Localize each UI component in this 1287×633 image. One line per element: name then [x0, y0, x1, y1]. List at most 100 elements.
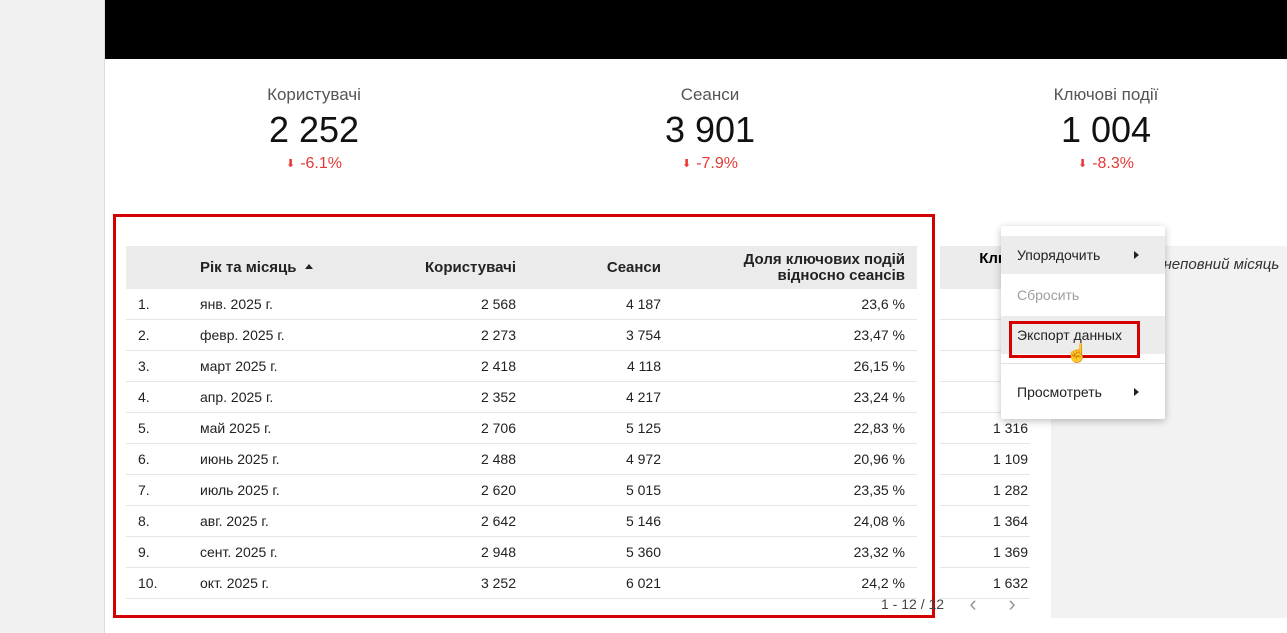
- table-cell-n: 3.: [126, 350, 188, 382]
- table-cell-share: 23,24 %: [673, 381, 917, 413]
- kpi-users[interactable]: Користувачі 2 252 ⬇ -6.1%: [184, 84, 444, 175]
- menu-item-label: Упорядочить: [1017, 247, 1101, 263]
- table-cell-users: 2 948: [338, 536, 528, 568]
- table-row[interactable]: 6. июнь 2025 г. 2 488 4 972 20,96 %: [126, 443, 1029, 475]
- table-cell-n: 7.: [126, 474, 188, 506]
- table-row[interactable]: 1. янв. 2025 г. 2 568 4 187 23,6 %: [126, 289, 1029, 320]
- table-cell-sessions: 4 187: [528, 289, 673, 320]
- table-cell-n: 9.: [126, 536, 188, 568]
- table-cell-users: 2 620: [338, 474, 528, 506]
- table-cell-users: 2 273: [338, 319, 528, 351]
- data-table: Рік та місяць Користувачі Сеанси Доля кл…: [126, 246, 1029, 599]
- table-cell-users: 2 642: [338, 505, 528, 537]
- column-header-share[interactable]: Доля ключових подій відносно сеансів: [673, 246, 917, 289]
- arrow-down-icon: ⬇: [1077, 158, 1088, 170]
- table-row[interactable]: 3. март 2025 г. 2 418 4 118 26,15 %: [126, 350, 1029, 382]
- table-row[interactable]: 7. июль 2025 г. 2 620 5 015 23,35 %: [126, 474, 1029, 506]
- table-cell-n: 8.: [126, 505, 188, 537]
- table-cell-sessions: 6 021: [528, 567, 673, 599]
- arrow-down-icon: ⬇: [681, 158, 692, 170]
- kpi-key-events[interactable]: Ключові події 1 004 ⬇ -8.3%: [976, 84, 1236, 175]
- table-cell-n: 5.: [126, 412, 188, 444]
- column-header-sessions[interactable]: Сеанси: [528, 246, 673, 289]
- sort-ascending-icon: [304, 263, 313, 269]
- chevron-right-icon[interactable]: ›: [1002, 593, 1022, 615]
- kpi-value: 2 252: [268, 109, 360, 150]
- report-canvas: Користувачі 2 252 ⬇ -6.1% Сеанси 3 901 ⬇ -…: [104, 0, 1287, 633]
- context-menu: Упорядочить Сбросить Экспорт данных Прос…: [1001, 226, 1165, 419]
- kpi-label: Сеанси: [680, 85, 740, 104]
- report-header-bar: [105, 0, 1287, 59]
- incomplete-month-note: а неповний місяць: [1151, 256, 1280, 273]
- chevron-right-icon: [1134, 251, 1139, 259]
- table-cell-share: 23,47 %: [673, 319, 917, 351]
- table-cell-sessions: 3 754: [528, 319, 673, 351]
- table-cell-month: сент. 2025 г.: [188, 536, 338, 568]
- table-cell-month: февр. 2025 г.: [188, 319, 338, 351]
- table-cell-spacer: [917, 444, 1029, 475]
- table-cell-month: апр. 2025 г.: [188, 381, 338, 413]
- table-cell-n: 4.: [126, 381, 188, 413]
- table-cell-users: 3 252: [338, 567, 528, 599]
- column-header-index: [126, 246, 188, 289]
- table-cell-spacer: [917, 506, 1029, 537]
- table-cell-n: 6.: [126, 443, 188, 475]
- table-cell-month: июнь 2025 г.: [188, 443, 338, 475]
- table-cell-share: 24,08 %: [673, 505, 917, 537]
- kpi-label: Користувачі: [267, 85, 361, 104]
- table-cell-sessions: 5 360: [528, 536, 673, 568]
- kpi-delta: ⬇ -8.3%: [976, 154, 1236, 175]
- table-row[interactable]: 2. февр. 2025 г. 2 273 3 754 23,47 %: [126, 319, 1029, 351]
- table-row[interactable]: 5. май 2025 г. 2 706 5 125 22,83 %: [126, 412, 1029, 444]
- menu-item-view[interactable]: Просмотреть: [1001, 373, 1165, 411]
- menu-item-reset: Сбросить: [1001, 276, 1165, 314]
- kpi-sessions[interactable]: Сеанси 3 901 ⬇ -7.9%: [580, 84, 840, 175]
- header-label: Рік та місяць: [200, 258, 297, 276]
- table-cell-n: 2.: [126, 319, 188, 351]
- table-cell-users: 2 568: [338, 289, 528, 320]
- column-header-month[interactable]: Рік та місяць: [188, 246, 338, 289]
- hand-cursor-icon: ☝: [1066, 343, 1089, 363]
- table-cell-users: 2 352: [338, 381, 528, 413]
- monthly-table: Рік та місяць Користувачі Сеанси Доля кл…: [126, 246, 1029, 599]
- column-header-users[interactable]: Користувачі: [338, 246, 528, 289]
- table-row[interactable]: 4. апр. 2025 г. 2 352 4 217 23,24 %: [126, 381, 1029, 413]
- kpi-value: 1 004: [1060, 109, 1152, 150]
- table-cell-sessions: 5 015: [528, 474, 673, 506]
- table-cell-n: 1.: [126, 289, 188, 320]
- table-cell-share: 23,32 %: [673, 536, 917, 568]
- table-cell-share: 23,35 %: [673, 474, 917, 506]
- kpi-label: Ключові події: [1053, 85, 1159, 104]
- table-cell-share: 22,83 %: [673, 412, 917, 444]
- table-cell-sessions: 5 146: [528, 505, 673, 537]
- chevron-left-icon[interactable]: ‹: [963, 593, 983, 615]
- kpi-delta-value: -6.1%: [300, 155, 342, 172]
- table-header-row: Рік та місяць Користувачі Сеанси Доля кл…: [126, 246, 1029, 289]
- menu-item-sort[interactable]: Упорядочить: [1001, 236, 1165, 274]
- kpi-delta: ⬇ -7.9%: [580, 154, 840, 175]
- menu-item-label: Просмотреть: [1017, 384, 1102, 400]
- table-cell-users: 2 706: [338, 412, 528, 444]
- kpi-delta-value: -8.3%: [1092, 155, 1134, 172]
- table-row[interactable]: 9. сент. 2025 г. 2 948 5 360 23,32 %: [126, 536, 1029, 568]
- table-row[interactable]: 8. авг. 2025 г. 2 642 5 146 24,08 %: [126, 505, 1029, 537]
- chevron-right-icon: [1134, 388, 1139, 396]
- table-cell-sessions: 4 217: [528, 381, 673, 413]
- table-cell-n: 10.: [126, 567, 188, 599]
- table-cell-sessions: 4 972: [528, 443, 673, 475]
- table-cell-users: 2 488: [338, 443, 528, 475]
- table-row[interactable]: 10. окт. 2025 г. 3 252 6 021 24,2 %: [126, 567, 1029, 599]
- kpi-delta: ⬇ -6.1%: [184, 154, 444, 175]
- menu-item-label: Сбросить: [1017, 287, 1080, 303]
- pagination-label: 1 - 12 / 12: [881, 596, 945, 612]
- table-cell-month: авг. 2025 г.: [188, 505, 338, 537]
- table-cell-sessions: 5 125: [528, 412, 673, 444]
- table-cell-share: 20,96 %: [673, 443, 917, 475]
- kpi-value: 3 901: [664, 109, 756, 150]
- table-cell-month: янв. 2025 г.: [188, 289, 338, 320]
- header-line: відносно сеансів: [777, 266, 906, 284]
- table-cell-month: март 2025 г.: [188, 350, 338, 382]
- table-cell-month: окт. 2025 г.: [188, 567, 338, 599]
- header-line: Доля ключових подій: [743, 250, 905, 268]
- arrow-down-icon: ⬇: [285, 158, 296, 170]
